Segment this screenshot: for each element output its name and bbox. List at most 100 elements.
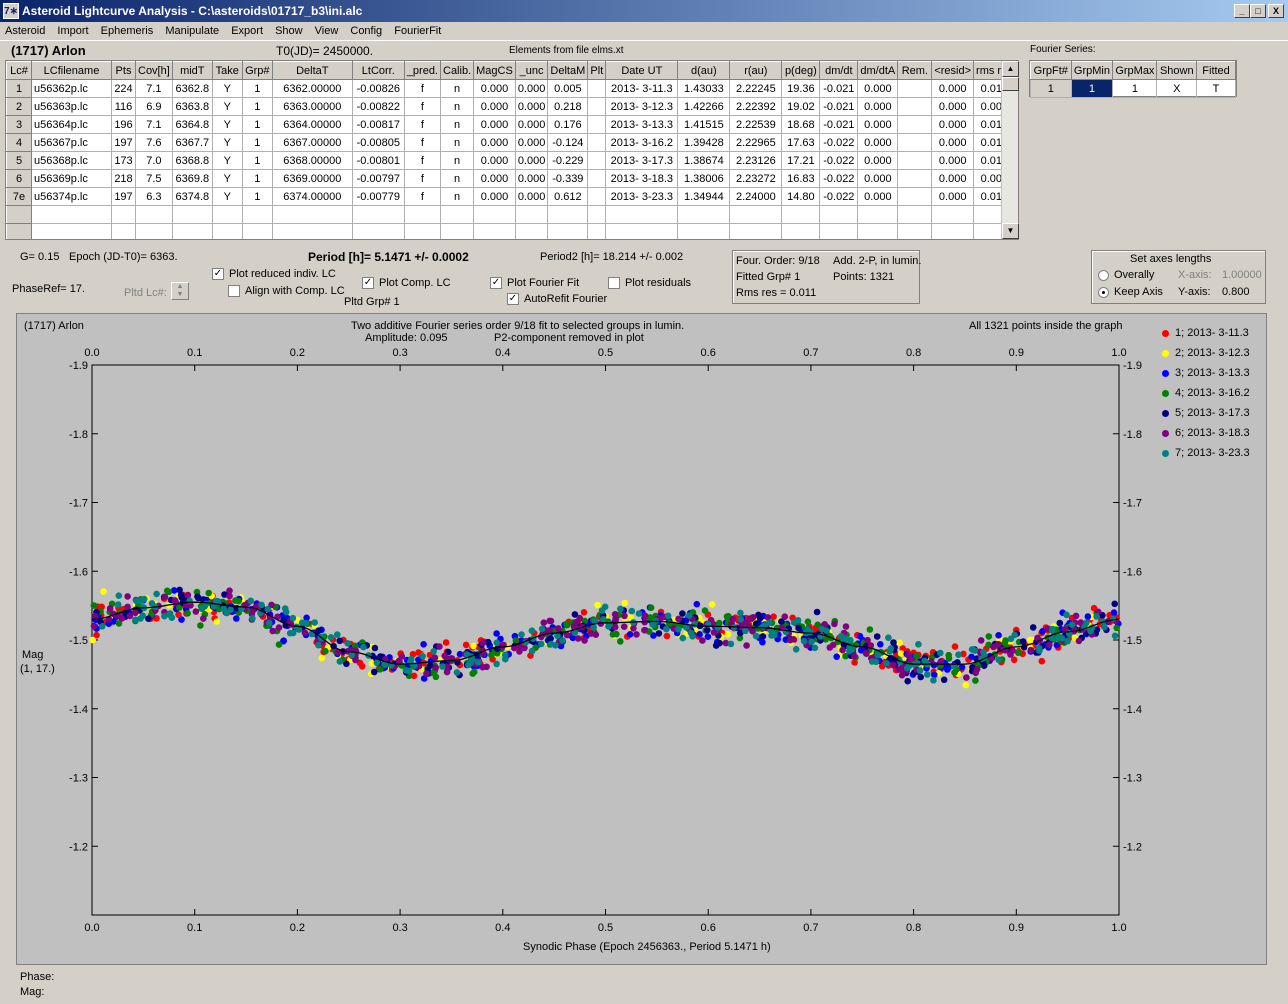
table-cell[interactable]: u56364p.lc xyxy=(31,115,112,134)
table-cell[interactable]: 1.43033 xyxy=(677,79,731,98)
table-cell[interactable]: 2.23126 xyxy=(729,151,783,170)
table-cell[interactable]: 0.000 xyxy=(931,133,975,152)
table-cell[interactable]: 0.000 xyxy=(514,79,549,98)
fourier-column-header[interactable]: Shown xyxy=(1156,61,1198,80)
table-cell[interactable] xyxy=(897,223,933,239)
table-cell[interactable]: 2013- 3-17.3 xyxy=(605,151,679,170)
table-cell[interactable]: 1 xyxy=(241,79,273,98)
table-cell[interactable] xyxy=(819,223,859,239)
table-row[interactable]: 3 u56364p.lc 196 7.1 6364.8 Y 1 6364.00000 -0.00… xyxy=(6,115,1016,134)
table-cell[interactable]: 0.000 xyxy=(514,151,549,170)
table-cell[interactable]: 2013- 3-13.3 xyxy=(605,115,679,134)
table-cell[interactable] xyxy=(31,223,112,239)
lc-column-header[interactable]: Date UT xyxy=(605,61,679,80)
table-cell[interactable]: 197 xyxy=(111,133,136,152)
lc-column-header[interactable]: _pred. xyxy=(403,61,442,80)
menu-export[interactable]: Export xyxy=(226,22,267,37)
table-cell[interactable]: 2013- 3-11.3 xyxy=(605,79,679,98)
table-cell[interactable]: -0.022 xyxy=(819,133,859,152)
table-cell[interactable] xyxy=(857,223,899,239)
table-cell[interactable] xyxy=(781,205,821,224)
table-cell[interactable]: 173 xyxy=(111,151,136,170)
lc-column-header[interactable]: dm/dtA xyxy=(857,61,899,80)
table-cell[interactable]: -0.00779 xyxy=(351,187,405,206)
table-cell[interactable]: X xyxy=(1156,79,1198,98)
table-cell[interactable] xyxy=(473,205,516,224)
table-cell[interactable] xyxy=(439,205,475,224)
table-row[interactable] xyxy=(6,223,1016,239)
table-row[interactable]: 5 u56368p.lc 173 7.0 6368.8 Y 1 6368.00000 -0.00… xyxy=(6,151,1016,170)
table-cell[interactable] xyxy=(587,187,607,206)
table-cell[interactable]: u56369p.lc xyxy=(31,169,112,188)
table-cell[interactable]: 2013- 3-18.3 xyxy=(605,169,679,188)
table-cell[interactable]: 2.23272 xyxy=(729,169,783,188)
table-cell[interactable]: u56363p.lc xyxy=(31,97,112,116)
table-cell[interactable] xyxy=(781,223,821,239)
table-cell[interactable]: 0.000 xyxy=(857,133,899,152)
maximize-button[interactable]: □ xyxy=(1250,4,1266,18)
table-cell[interactable] xyxy=(241,223,273,239)
table-cell[interactable]: 0.000 xyxy=(514,169,549,188)
table-cell[interactable] xyxy=(897,169,933,188)
table-cell[interactable]: -0.021 xyxy=(819,97,859,116)
table-cell[interactable]: Y xyxy=(211,79,243,98)
table-cell[interactable] xyxy=(135,205,173,224)
table-cell[interactable] xyxy=(351,205,405,224)
lc-column-header[interactable]: MagCS xyxy=(473,61,516,80)
minimize-button[interactable]: _ xyxy=(1234,4,1250,18)
table-cell[interactable]: 0.000 xyxy=(931,97,975,116)
table-cell[interactable]: 0.000 xyxy=(931,151,975,170)
menu-show[interactable]: Show xyxy=(270,22,307,37)
table-cell[interactable]: 0.000 xyxy=(514,115,549,134)
row-header[interactable]: 6 xyxy=(6,169,32,188)
table-cell[interactable]: 14.80 xyxy=(781,187,821,206)
table-cell[interactable]: 1 xyxy=(241,115,273,134)
table-cell[interactable]: 1 xyxy=(241,151,273,170)
row-header[interactable]: 5 xyxy=(6,151,32,170)
table-cell[interactable]: -0.124 xyxy=(547,133,589,152)
fourier-column-header[interactable]: GrpMax xyxy=(1112,61,1158,80)
table-cell[interactable]: 2.22392 xyxy=(729,97,783,116)
table-cell[interactable]: 197 xyxy=(111,187,136,206)
table-cell[interactable]: 2.22539 xyxy=(729,115,783,134)
table-row[interactable]: 2 u56363p.lc 116 6.9 6363.8 Y 1 6363.00000 -0.00… xyxy=(6,97,1016,116)
table-cell[interactable] xyxy=(857,205,899,224)
table-cell[interactable]: -0.00826 xyxy=(351,79,405,98)
table-cell[interactable] xyxy=(897,79,933,98)
table-cell[interactable] xyxy=(241,205,273,224)
table-cell[interactable]: 0.218 xyxy=(547,97,589,116)
table-cell[interactable] xyxy=(897,205,933,224)
table-cell[interactable] xyxy=(897,151,933,170)
keep-axis-radio[interactable]: Keep Axis xyxy=(1098,286,1163,298)
table-cell[interactable]: 0.612 xyxy=(547,187,589,206)
table-cell[interactable]: 0.000 xyxy=(857,97,899,116)
table-cell[interactable]: 1.42266 xyxy=(677,97,731,116)
table-cell[interactable]: 7.1 xyxy=(135,115,173,134)
selected-cell[interactable]: 1 xyxy=(1070,79,1114,98)
table-cell[interactable]: 1.38006 xyxy=(677,169,731,188)
table-cell[interactable] xyxy=(403,223,442,239)
table-cell[interactable] xyxy=(931,205,975,224)
table-cell[interactable]: 0.000 xyxy=(931,79,975,98)
table-cell[interactable]: -0.00817 xyxy=(351,115,405,134)
lightcurve-plot[interactable]: 0.0 0.0 0.1 0.1 0.2 0.2 0.3 0.3 0.4 0.4 0.5 0.5 0.6 0… xyxy=(16,313,1267,965)
table-cell[interactable] xyxy=(729,205,783,224)
table-cell[interactable]: n xyxy=(439,151,475,170)
table-cell[interactable]: 0.000 xyxy=(514,187,549,206)
table-cell[interactable] xyxy=(897,187,933,206)
table-cell[interactable]: 16.83 xyxy=(781,169,821,188)
lc-column-header[interactable]: DeltaM xyxy=(547,61,589,80)
table-cell[interactable]: 0.000 xyxy=(857,169,899,188)
table-cell[interactable]: 2.24000 xyxy=(729,187,783,206)
lc-column-header[interactable]: Grp# xyxy=(241,61,273,80)
table-cell[interactable]: 0.000 xyxy=(857,151,899,170)
table-cell[interactable]: 6363.8 xyxy=(171,97,213,116)
table-cell[interactable]: f xyxy=(403,133,442,152)
table-cell[interactable] xyxy=(514,205,549,224)
table-cell[interactable] xyxy=(211,205,243,224)
table-scrollbar[interactable]: ▲ ▼ xyxy=(1001,61,1019,239)
overally-radio[interactable]: Overally xyxy=(1098,269,1154,281)
table-cell[interactable]: 1 xyxy=(1112,79,1158,98)
table-cell[interactable]: 0.000 xyxy=(931,187,975,206)
row-header[interactable]: 7e xyxy=(6,187,32,206)
